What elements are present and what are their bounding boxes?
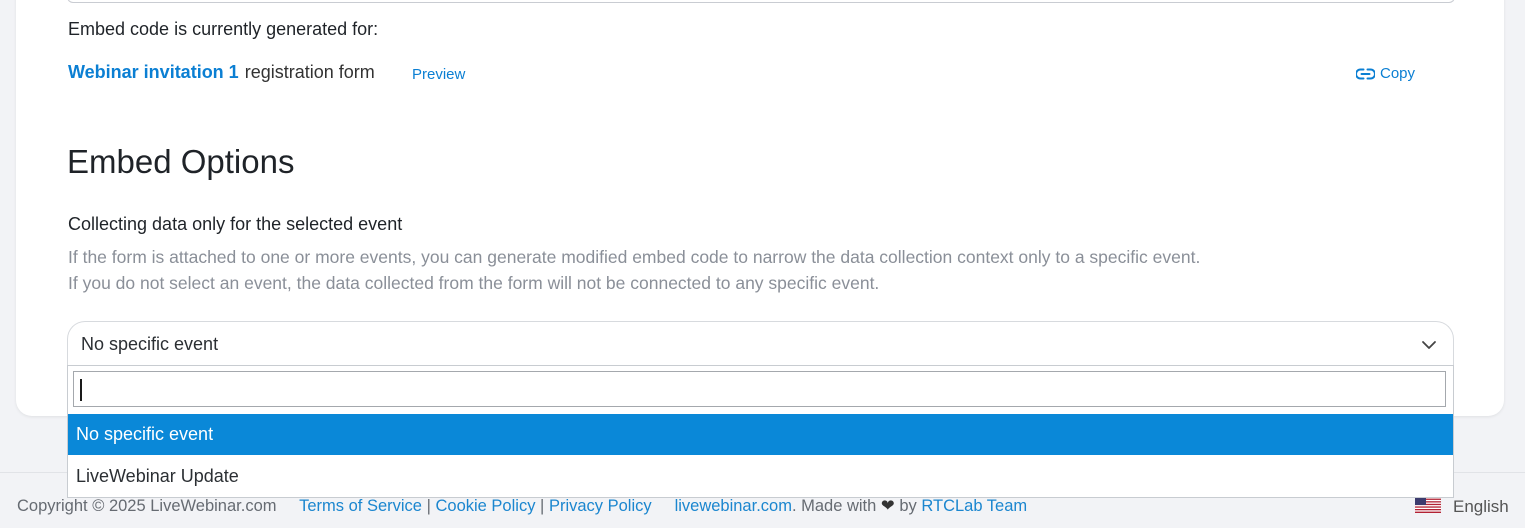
language-selector[interactable]: English (1415, 496, 1509, 518)
copy-button[interactable]: Copy (1356, 65, 1415, 82)
option-description-line1: If the form is attached to one or more e… (68, 247, 1201, 267)
event-search-input[interactable] (73, 371, 1446, 407)
made-with-text: . Made with (791, 497, 877, 515)
cookie-policy-link[interactable]: Cookie Policy (435, 497, 535, 515)
option-livewebinar-update[interactable]: LiveWebinar Update (68, 456, 1453, 497)
link-icon (1356, 68, 1375, 80)
by-text: by (899, 497, 917, 515)
event-select[interactable]: No specific event (67, 321, 1454, 366)
form-name-link[interactable]: Webinar invitation 1 (68, 62, 239, 83)
separator: | (426, 497, 431, 515)
embedded-form-line: Webinar invitation 1 registration form (68, 62, 375, 83)
event-dropdown: No specific event LiveWebinar Update (67, 365, 1454, 498)
copyright-text: Copyright © 2025 LiveWebinar.com (17, 497, 277, 515)
event-select-value: No specific event (81, 334, 219, 354)
site-link[interactable]: livewebinar.com (675, 497, 792, 515)
form-type-label: registration form (244, 62, 375, 82)
us-flag-icon (1415, 496, 1441, 518)
embed-code-field[interactable] (67, 0, 1455, 3)
heart-icon: ❤ (880, 497, 895, 515)
option-subheading: Collecting data only for the selected ev… (68, 214, 403, 234)
team-link[interactable]: RTCLab Team (921, 497, 1027, 515)
preview-link[interactable]: Preview (412, 66, 465, 83)
text-caret (80, 379, 82, 401)
privacy-policy-link[interactable]: Privacy Policy (549, 497, 652, 515)
section-title: Embed Options (67, 143, 295, 180)
option-no-specific-event[interactable]: No specific event (68, 414, 1453, 455)
option-description-line2: If you do not select an event, the data … (68, 273, 880, 293)
language-label: English (1453, 497, 1509, 516)
embed-status-text: Embed code is currently generated for: (68, 19, 379, 39)
chevron-down-icon (1421, 337, 1437, 355)
separator: | (540, 497, 545, 515)
terms-link[interactable]: Terms of Service (299, 497, 422, 515)
copy-label: Copy (1380, 65, 1416, 82)
footer-links: Copyright © 2025 LiveWebinar.com Terms o… (17, 496, 1027, 516)
